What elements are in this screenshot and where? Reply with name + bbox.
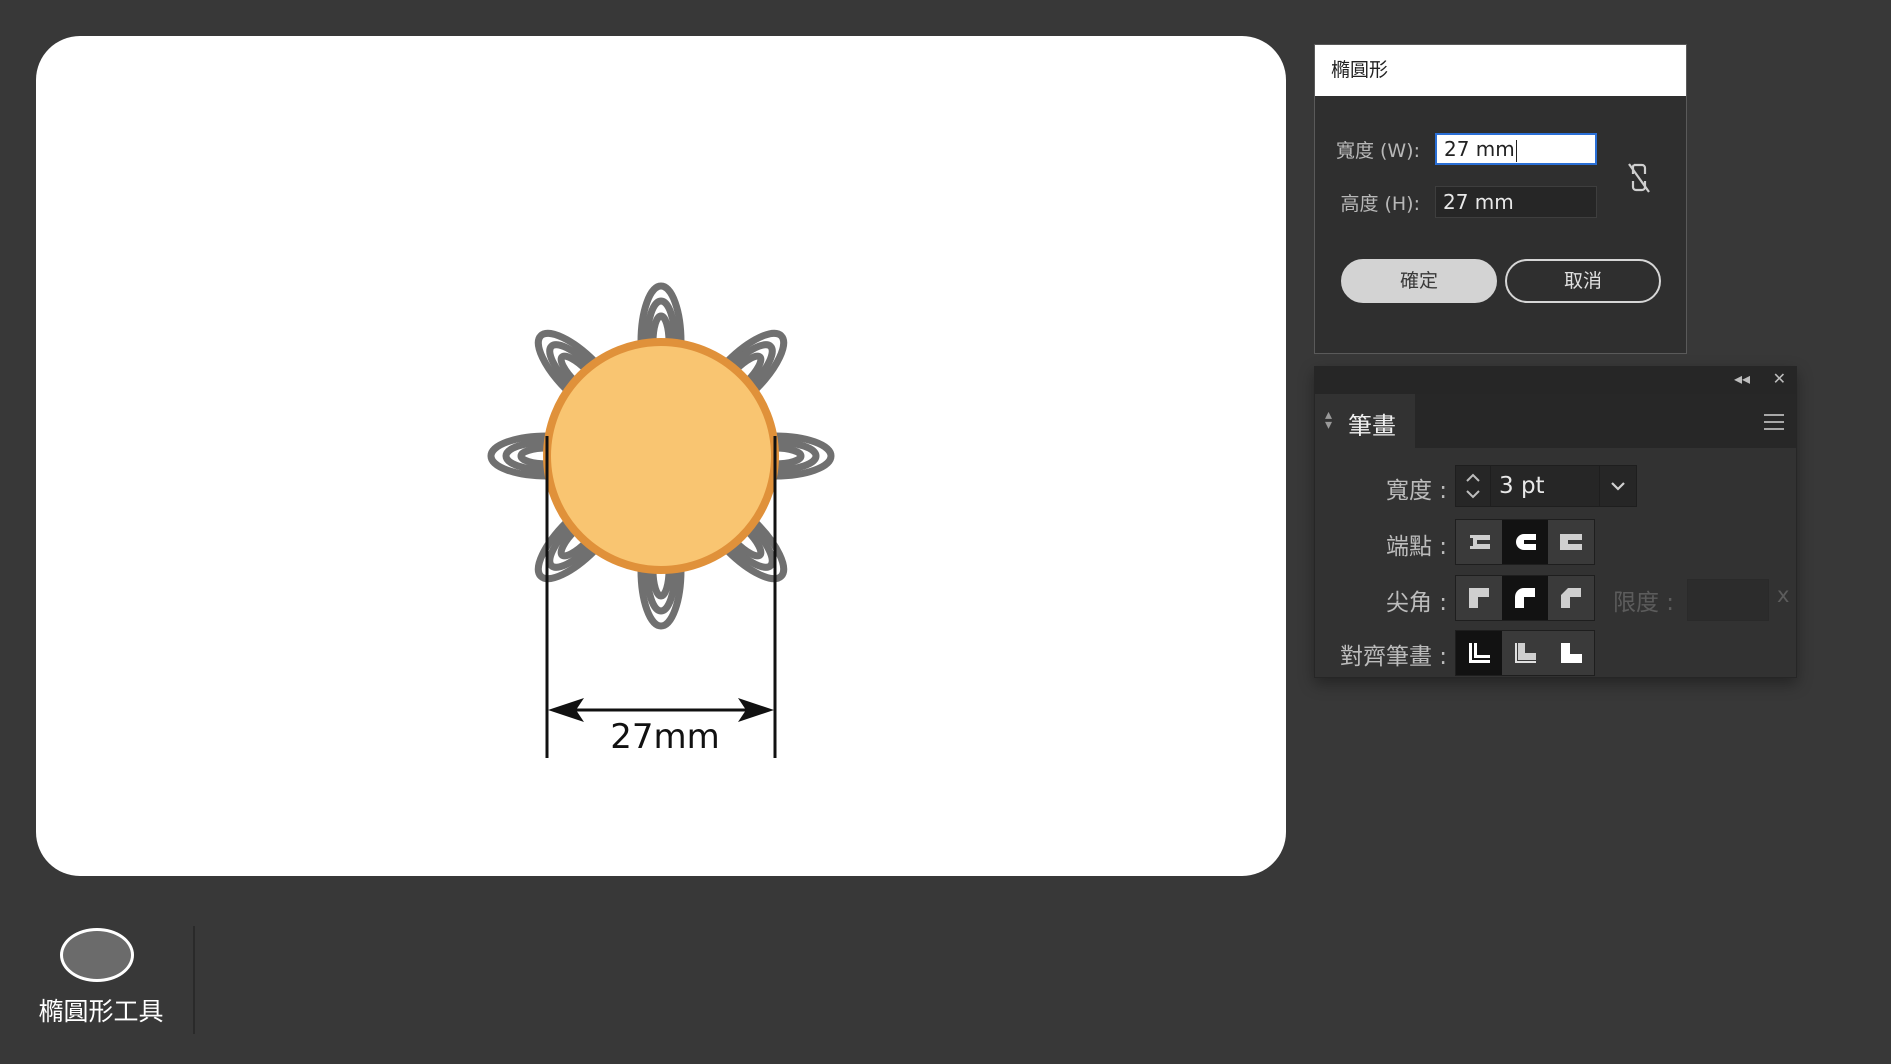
weight-stepper[interactable]: 3 pt xyxy=(1455,465,1637,507)
close-icon[interactable]: ✕ xyxy=(1773,369,1786,388)
height-label: 高度 (H): xyxy=(1340,193,1420,215)
butt-cap-icon xyxy=(1469,535,1490,549)
projecting-cap-icon xyxy=(1560,534,1582,550)
unlink-icon[interactable] xyxy=(1626,161,1652,195)
weight-label: 寬度 : xyxy=(1385,478,1447,504)
limit-input[interactable] xyxy=(1687,579,1769,621)
ellipse-dialog: 橢圓形 寬度 (W): 27 mm 高度 (H): 27 mm 確定 取消 xyxy=(1314,44,1687,354)
miter-join-icon xyxy=(1469,588,1489,608)
butt-cap-button[interactable] xyxy=(1456,520,1502,564)
divider xyxy=(193,926,195,1034)
corner-buttons xyxy=(1455,575,1595,621)
dimension-label: 27mm xyxy=(610,717,720,757)
width-input[interactable]: 27 mm xyxy=(1435,133,1597,165)
align-buttons xyxy=(1455,630,1595,676)
chevron-down-icon[interactable] xyxy=(1599,466,1636,506)
align-center-button[interactable] xyxy=(1456,631,1502,675)
width-input-value: 27 mm xyxy=(1444,137,1515,161)
round-join-button[interactable] xyxy=(1502,576,1548,620)
bevel-join-icon xyxy=(1561,588,1581,608)
tab-stroke-label: 筆畫 xyxy=(1348,412,1396,440)
tab-stroke[interactable]: ▴ ▾ 筆畫 xyxy=(1315,394,1415,448)
ok-button[interactable]: 確定 xyxy=(1341,259,1497,303)
corner-label: 尖角 : xyxy=(1385,590,1447,616)
align-outside-button[interactable] xyxy=(1548,631,1594,675)
collapse-icon[interactable]: ◂◂ xyxy=(1734,369,1750,388)
align-inside-button[interactable] xyxy=(1502,631,1548,675)
align-inside-icon xyxy=(1515,643,1536,663)
weight-input[interactable]: 3 pt xyxy=(1491,466,1599,506)
panel-menu-icon[interactable] xyxy=(1764,414,1784,435)
width-label: 寬度 (W): xyxy=(1335,140,1420,162)
bevel-join-button[interactable] xyxy=(1548,576,1594,620)
round-cap-button[interactable] xyxy=(1502,520,1548,564)
cap-buttons xyxy=(1455,519,1595,565)
cap-label: 端點 : xyxy=(1385,534,1447,560)
round-join-icon xyxy=(1515,588,1535,608)
limit-suffix: x xyxy=(1777,583,1790,607)
artboard[interactable]: 27mm xyxy=(36,36,1286,876)
align-stroke-label: 對齊筆畫 : xyxy=(1339,644,1447,670)
miter-join-button[interactable] xyxy=(1456,576,1502,620)
dialog-title: 橢圓形 xyxy=(1315,45,1686,96)
ellipse-tool-label: 橢圓形工具 xyxy=(38,997,164,1026)
align-outside-icon xyxy=(1561,643,1582,663)
stroke-panel: ◂◂ ✕ ▴ ▾ 筆畫 寬度 : 3 pt 端點 : 尖角 : 限度: x 對… xyxy=(1314,366,1797,678)
ellipse-tool-icon[interactable] xyxy=(60,928,134,982)
limit-label: 限度 : xyxy=(1613,590,1675,616)
text-caret xyxy=(1515,139,1517,162)
height-input[interactable]: 27 mm xyxy=(1435,186,1597,218)
panel-tabbar: ▴ ▾ 筆畫 xyxy=(1315,394,1796,448)
panel-topbar: ◂◂ ✕ xyxy=(1315,367,1796,394)
align-center-icon xyxy=(1469,643,1490,663)
stepper-arrows-icon[interactable] xyxy=(1456,466,1491,506)
artwork: 27mm xyxy=(487,282,835,758)
orange-circle[interactable] xyxy=(543,338,779,574)
projecting-cap-button[interactable] xyxy=(1548,520,1594,564)
round-cap-icon xyxy=(1516,534,1536,550)
sort-arrows-icon: ▴ ▾ xyxy=(1325,407,1333,433)
cancel-button[interactable]: 取消 xyxy=(1505,259,1661,303)
